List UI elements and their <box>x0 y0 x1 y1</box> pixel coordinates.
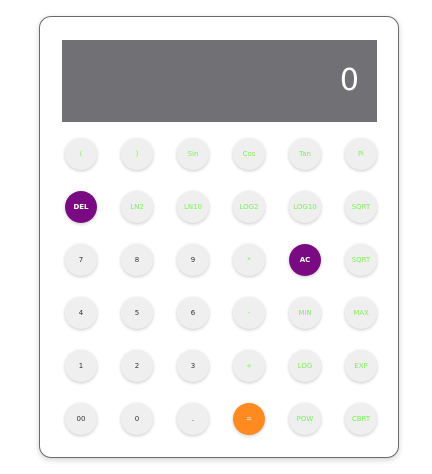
all-clear-button[interactable]: AC <box>289 244 321 276</box>
digit-1-button[interactable]: 1 <box>65 350 97 382</box>
open-paren-button[interactable]: ( <box>65 138 97 170</box>
digit-2-button[interactable]: 2 <box>121 350 153 382</box>
pow-button[interactable]: POW <box>289 403 321 435</box>
digit-7-button[interactable]: 7 <box>65 244 97 276</box>
ln10-button[interactable]: LN10 <box>177 191 209 223</box>
display-value: 0 <box>339 63 359 98</box>
log10-button[interactable]: LOG10 <box>289 191 321 223</box>
keypad: () Sin Cos Tan Pi DEL LN2 LN10 LOG2 LOG10 SQRT 7 8 9 *… <box>65 138 377 435</box>
cbrt-button[interactable]: CBRT <box>345 403 377 435</box>
sin-button[interactable]: Sin <box>177 138 209 170</box>
digit-9-button[interactable]: 9 <box>177 244 209 276</box>
max-button[interactable]: MAX <box>345 297 377 329</box>
decimal-point-button[interactable]: . <box>177 403 209 435</box>
digit-8-button[interactable]: 8 <box>121 244 153 276</box>
log2-button[interactable]: LOG2 <box>233 191 265 223</box>
double-zero-button[interactable]: 00 <box>65 403 97 435</box>
close-paren-button[interactable]: ) <box>121 138 153 170</box>
exp-button[interactable]: EXP <box>345 350 377 382</box>
calculator-display: 0 <box>62 40 377 122</box>
add-button[interactable]: + <box>233 350 265 382</box>
pi-button[interactable]: Pi <box>345 138 377 170</box>
ln2-button[interactable]: LN2 <box>121 191 153 223</box>
digit-3-button[interactable]: 3 <box>177 350 209 382</box>
cos-button[interactable]: Cos <box>233 138 265 170</box>
min-button[interactable]: MIN <box>289 297 321 329</box>
digit-4-button[interactable]: 4 <box>65 297 97 329</box>
digit-5-button[interactable]: 5 <box>121 297 153 329</box>
calculator: 0 () Sin Cos Tan Pi DEL LN2 LN10 LOG2 LOG10 SQRT 7 8… <box>39 16 399 458</box>
multiply-button[interactable]: * <box>233 244 265 276</box>
equals-button[interactable]: = <box>233 403 265 435</box>
digit-6-button[interactable]: 6 <box>177 297 209 329</box>
digit-0-button[interactable]: 0 <box>121 403 153 435</box>
subtract-button[interactable]: - <box>233 297 265 329</box>
delete-button[interactable]: DEL <box>65 191 97 223</box>
sqrt-button-2[interactable]: SQRT <box>345 244 377 276</box>
sqrt-button[interactable]: SQRT <box>345 191 377 223</box>
tan-button[interactable]: Tan <box>289 138 321 170</box>
log-button[interactable]: LOG <box>289 350 321 382</box>
